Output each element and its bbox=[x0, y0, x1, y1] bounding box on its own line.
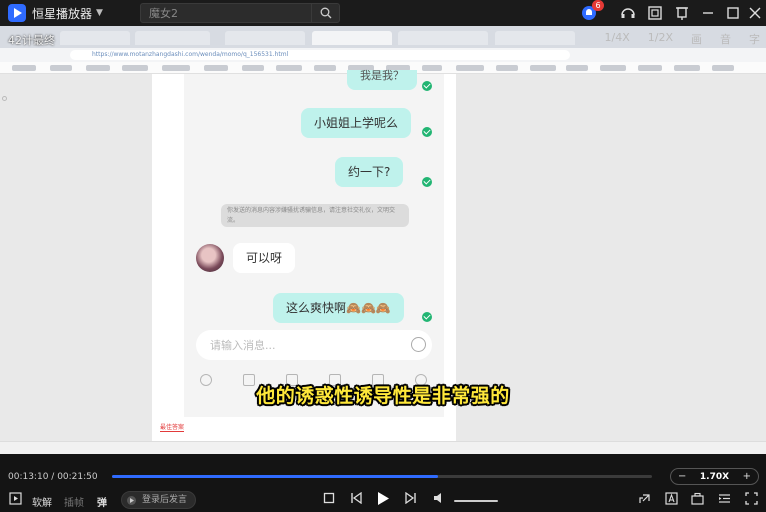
message-input-box bbox=[196, 330, 432, 360]
next-icon[interactable] bbox=[405, 492, 417, 504]
browser-tab bbox=[225, 31, 305, 45]
search-input[interactable] bbox=[149, 6, 309, 20]
search-box bbox=[140, 3, 340, 23]
stop-icon[interactable] bbox=[323, 492, 335, 504]
browser-tab bbox=[135, 31, 210, 45]
video-browser-url: https://www.motanzhangdashi.com/wenda/mo… bbox=[70, 50, 570, 60]
browser-tab bbox=[495, 31, 575, 45]
frame-insert-button[interactable]: 插帧 bbox=[64, 494, 84, 509]
chat-bubble: 可以呀 bbox=[233, 243, 296, 273]
share-icon[interactable] bbox=[638, 492, 651, 505]
browser-tab-active bbox=[312, 31, 392, 45]
volume-slider[interactable] bbox=[454, 500, 498, 502]
danmu-input[interactable] bbox=[142, 494, 194, 506]
chat-bubble: 这么爽快啊🙈🙈🙈 bbox=[273, 293, 404, 323]
speed-control: − 1.70X + bbox=[670, 468, 759, 485]
app-logo-icon bbox=[8, 4, 26, 22]
chevron-down-icon[interactable]: ▼ bbox=[96, 8, 103, 18]
total-time: 00:21:50 bbox=[57, 472, 98, 482]
danmu-settings-icon[interactable] bbox=[126, 495, 137, 506]
chat-bubble: 小姐姐上学呢么 bbox=[301, 108, 412, 138]
subtitle-a-icon[interactable] bbox=[665, 492, 678, 505]
video-subtitle: 他的诱惑性诱导性是非常强的 bbox=[256, 385, 510, 407]
speed-increase-button[interactable]: + bbox=[743, 471, 751, 482]
picture-button[interactable]: 画 bbox=[691, 31, 702, 47]
search-button[interactable] bbox=[311, 4, 339, 22]
volume-icon[interactable] bbox=[433, 492, 447, 504]
time-display: 00:13:10 / 00:21:50 bbox=[8, 472, 98, 482]
title-bar: 恒星播放器 ▼ 6 bbox=[0, 0, 766, 26]
progress-fill bbox=[112, 475, 438, 478]
chat-bubble: 约一下? bbox=[335, 157, 404, 187]
message-input[interactable] bbox=[210, 338, 390, 352]
subtitle-button[interactable]: 字 bbox=[749, 31, 760, 47]
pin-top-icon[interactable] bbox=[673, 4, 691, 22]
video-title: 42计最终 bbox=[8, 34, 55, 47]
browser-tab bbox=[398, 31, 488, 45]
screenshot-icon[interactable] bbox=[646, 4, 664, 22]
close-icon[interactable] bbox=[746, 4, 764, 22]
app-title[interactable]: 恒星播放器 bbox=[32, 5, 92, 22]
playlist-icon[interactable] bbox=[9, 492, 22, 505]
audio-button[interactable]: 音 bbox=[720, 31, 731, 47]
video-quick-tools: 1/4X 1/2X 画 音 字 bbox=[605, 31, 761, 47]
search-icon bbox=[320, 7, 332, 19]
system-warning-note: 你发送的消息内容涉嫌骚扰诱骗信息，请注意社交礼仪，文明交流。 bbox=[221, 204, 409, 227]
minimize-icon[interactable] bbox=[699, 4, 717, 22]
play-icon[interactable] bbox=[376, 491, 390, 506]
progress-bar[interactable] bbox=[112, 475, 652, 478]
toolbox-icon[interactable] bbox=[691, 492, 704, 505]
notification-badge: 6 bbox=[592, 0, 604, 11]
video-browser-address-bar: https://www.motanzhangdashi.com/wenda/mo… bbox=[0, 48, 766, 62]
read-check-icon bbox=[422, 81, 432, 91]
headset-icon[interactable] bbox=[619, 4, 637, 22]
speed-value: 1.70X bbox=[699, 471, 730, 482]
read-check-icon bbox=[422, 177, 432, 187]
chat-bubble-partial: 我是我？ bbox=[347, 70, 417, 90]
read-check-icon bbox=[422, 127, 432, 137]
speed-quarter-button[interactable]: 1/4X bbox=[605, 31, 630, 47]
video-frame[interactable]: https://www.motanzhangdashi.com/wenda/mo… bbox=[0, 26, 766, 454]
list-icon[interactable] bbox=[718, 492, 731, 505]
emoji-icon[interactable] bbox=[411, 337, 426, 352]
soft-decode-button[interactable]: 软解 bbox=[32, 494, 52, 509]
fullscreen-icon[interactable] bbox=[745, 492, 758, 505]
maximize-icon[interactable] bbox=[724, 4, 742, 22]
read-check-icon bbox=[422, 312, 432, 322]
player-controls: 00:13:10 / 00:21:50 − 1.70X + 软解 插帧 弹 bbox=[0, 454, 766, 512]
danmu-input-box bbox=[121, 491, 196, 509]
speed-half-button[interactable]: 1/2X bbox=[648, 31, 673, 47]
avatar bbox=[196, 244, 224, 272]
danmu-toggle-button[interactable]: 弹 bbox=[97, 494, 107, 509]
page-indicator bbox=[2, 96, 7, 101]
browser-tab bbox=[60, 31, 130, 45]
speed-decrease-button[interactable]: − bbox=[678, 471, 686, 482]
best-answer-tab: 最佳答案 bbox=[160, 424, 185, 432]
current-time: 00:13:10 bbox=[8, 472, 49, 482]
previous-icon[interactable] bbox=[350, 492, 362, 504]
video-browser-status-bar bbox=[0, 441, 766, 454]
